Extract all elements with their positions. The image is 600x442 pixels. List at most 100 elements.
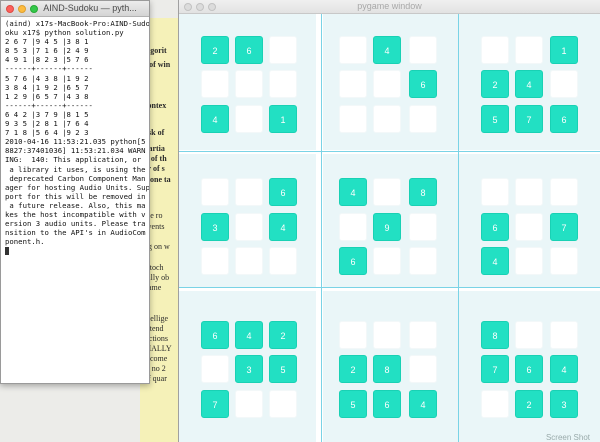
terminal-line: deprecated Carbon Component Man — [5, 173, 146, 183]
sudoku-cell[interactable] — [409, 105, 437, 133]
sudoku-cell[interactable] — [235, 390, 263, 418]
pygame-titlebar[interactable]: pygame window — [179, 0, 600, 14]
sudoku-cell[interactable]: 1 — [550, 36, 578, 64]
sudoku-cell[interactable] — [515, 321, 543, 349]
sudoku-cell[interactable] — [481, 178, 509, 206]
sudoku-cell[interactable]: 2 — [339, 355, 367, 383]
grid-divider — [458, 14, 459, 442]
sudoku-cell[interactable]: 3 — [550, 390, 578, 418]
sudoku-cell[interactable]: 2 — [269, 321, 297, 349]
sudoku-cell[interactable] — [550, 178, 578, 206]
sudoku-cell[interactable]: 4 — [515, 70, 543, 98]
sudoku-cell[interactable]: 8 — [409, 178, 437, 206]
terminal-line: nsition to the API's in AudioCom — [5, 228, 146, 238]
sudoku-cell[interactable]: 5 — [339, 390, 367, 418]
terminal-window[interactable]: AIND-Sudoku — pyth... (aind) x17s-MacBoo… — [0, 0, 150, 384]
sudoku-cell[interactable]: 4 — [339, 178, 367, 206]
sudoku-cell[interactable]: 4 — [235, 321, 263, 349]
sudoku-cell[interactable]: 4 — [373, 36, 401, 64]
sudoku-cell[interactable]: 6 — [515, 355, 543, 383]
sudoku-cell[interactable] — [550, 321, 578, 349]
sudoku-cell[interactable]: 6 — [373, 390, 401, 418]
sudoku-cell[interactable] — [373, 178, 401, 206]
sudoku-cell[interactable]: 5 — [481, 105, 509, 133]
sudoku-cell[interactable]: 1 — [269, 105, 297, 133]
sudoku-cell[interactable] — [269, 247, 297, 275]
sudoku-cell[interactable]: 6 — [269, 178, 297, 206]
sudoku-cell[interactable] — [339, 70, 367, 98]
sudoku-cell[interactable]: 2 — [201, 36, 229, 64]
sudoku-cell[interactable] — [409, 247, 437, 275]
terminal-line: 6 4 2 |3 7 9 |8 1 5 — [5, 109, 89, 119]
sudoku-cell[interactable]: 5 — [269, 355, 297, 383]
sudoku-cell[interactable]: 4 — [481, 247, 509, 275]
sudoku-cell[interactable]: 3 — [201, 213, 229, 241]
close-icon[interactable] — [6, 5, 14, 13]
terminal-line: kes the host incompatible with v — [5, 209, 146, 219]
sudoku-cell[interactable] — [269, 36, 297, 64]
sudoku-cell[interactable]: 8 — [373, 355, 401, 383]
sudoku-cell[interactable]: 4 — [269, 213, 297, 241]
sudoku-cell[interactable]: 6 — [235, 36, 263, 64]
sudoku-cell[interactable] — [201, 70, 229, 98]
grid-divider — [179, 287, 600, 288]
sudoku-cell[interactable] — [550, 247, 578, 275]
sudoku-cell[interactable] — [269, 70, 297, 98]
terminal-line: 5 7 6 |4 3 8 |1 9 2 — [5, 73, 89, 83]
sudoku-cell[interactable] — [201, 178, 229, 206]
sudoku-cell[interactable] — [515, 213, 543, 241]
sudoku-cell[interactable] — [481, 36, 509, 64]
sudoku-cell[interactable]: 3 — [235, 355, 263, 383]
sudoku-cell[interactable] — [515, 36, 543, 64]
sudoku-cell[interactable]: 4 — [201, 105, 229, 133]
sudoku-cell[interactable]: 6 — [339, 247, 367, 275]
sudoku-cell[interactable] — [235, 213, 263, 241]
minimize-icon[interactable] — [18, 5, 26, 13]
sudoku-cell[interactable]: 4 — [550, 355, 578, 383]
pygame-window[interactable]: pygame window 26416244157664834967646428… — [178, 0, 600, 442]
sudoku-cell[interactable] — [409, 213, 437, 241]
sudoku-cell[interactable] — [339, 105, 367, 133]
sudoku-cell[interactable] — [201, 247, 229, 275]
sudoku-cell[interactable]: 7 — [201, 390, 229, 418]
sudoku-cell[interactable] — [235, 70, 263, 98]
terminal-titlebar[interactable]: AIND-Sudoku — pyth... — [1, 1, 149, 17]
sudoku-cell[interactable] — [269, 390, 297, 418]
sudoku-cell[interactable]: 6 — [481, 213, 509, 241]
sudoku-cell[interactable]: 8 — [481, 321, 509, 349]
sudoku-cell[interactable] — [373, 247, 401, 275]
sudoku-cell[interactable] — [550, 70, 578, 98]
sudoku-cell[interactable]: 2 — [481, 70, 509, 98]
sudoku-cell[interactable]: 7 — [515, 105, 543, 133]
terminal-line: ING: 140: This application, or — [5, 155, 142, 165]
sudoku-cell[interactable] — [339, 36, 367, 64]
sudoku-cell[interactable] — [481, 390, 509, 418]
sudoku-cell[interactable]: 4 — [409, 390, 437, 418]
sudoku-cell[interactable] — [235, 105, 263, 133]
sudoku-cell[interactable] — [339, 213, 367, 241]
sudoku-cell[interactable] — [235, 247, 263, 275]
terminal-line: ------+------+------ — [5, 64, 93, 74]
sudoku-cell[interactable] — [515, 178, 543, 206]
sudoku-cell[interactable] — [409, 321, 437, 349]
sudoku-cell[interactable] — [409, 36, 437, 64]
sudoku-cell[interactable]: 9 — [373, 213, 401, 241]
terminal-line: 1 2 9 |6 5 7 |4 3 8 — [5, 91, 89, 101]
terminal-output[interactable]: (aind) x17s-MacBook-Pro:AIND-Sudo oku x17… — [5, 19, 149, 256]
sudoku-cell[interactable]: 6 — [550, 105, 578, 133]
sudoku-cell[interactable]: 7 — [550, 213, 578, 241]
sudoku-cell[interactable] — [373, 105, 401, 133]
sudoku-cell[interactable]: 6 — [201, 321, 229, 349]
sudoku-cell[interactable] — [339, 321, 367, 349]
sudoku-cell[interactable] — [373, 70, 401, 98]
sudoku-cell[interactable]: 7 — [481, 355, 509, 383]
sudoku-cell[interactable]: 6 — [409, 70, 437, 98]
sudoku-cell[interactable]: 2 — [515, 390, 543, 418]
terminal-line: 7 1 8 |5 6 4 |9 2 3 — [5, 128, 89, 138]
sudoku-cell[interactable] — [515, 247, 543, 275]
sudoku-cell[interactable] — [373, 321, 401, 349]
sudoku-cell[interactable] — [201, 355, 229, 383]
grid-divider — [321, 14, 322, 442]
sudoku-cell[interactable] — [235, 178, 263, 206]
sudoku-cell[interactable] — [409, 355, 437, 383]
